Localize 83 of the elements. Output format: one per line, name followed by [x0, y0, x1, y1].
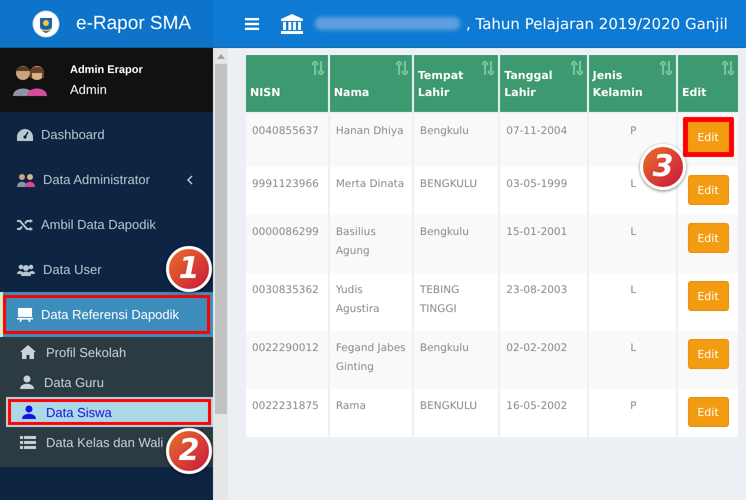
table-cell-text: 15-01-2001 [506, 225, 568, 240]
table-cell-text: P [630, 399, 636, 414]
column-label: Tanggal Lahir [504, 68, 554, 102]
table-cell-text: L [630, 225, 636, 240]
table-cell-text: L [630, 177, 636, 192]
column-label: Tempat Lahir [418, 68, 464, 102]
submenu-item[interactable]: Data Guru [0, 367, 110, 397]
step-number-badge: 2 [166, 428, 212, 474]
table-cell-text: Rama [336, 399, 366, 414]
table-cell-text: 0040855637 [252, 124, 319, 139]
column-header[interactable]: Jenis Kelamin [588, 53, 676, 114]
table-cell-text: 07-11-2004 [506, 124, 568, 139]
table-cell-text: Yudis Agustira [336, 283, 381, 317]
shuffle-icon [17, 218, 33, 230]
table-cell-text: 02-02-2002 [506, 341, 568, 356]
table-cell-text: L [630, 341, 636, 356]
table-cell-text: Hanan Dhiya [336, 124, 404, 139]
table-cell-text: P [630, 124, 636, 139]
sort-icon [660, 61, 672, 75]
table-cell-text: 0022290012 [252, 341, 319, 356]
edit-button[interactable]: Edit [688, 397, 728, 427]
sidebar-menu-item[interactable]: Data Administrator [0, 157, 213, 202]
table-cell-text: 03-05-1999 [506, 177, 568, 192]
column-label: Jenis Kelamin [592, 68, 644, 102]
edit-button[interactable]: Edit [688, 339, 728, 369]
sidebar-menu-item[interactable]: Dashboard [0, 112, 125, 157]
scrollbar[interactable] [213, 48, 228, 500]
submenu-item[interactable]: Profil Sekolah [0, 337, 132, 367]
menu-icon [245, 18, 259, 30]
user-role: Admin [70, 82, 108, 96]
sidebar-menu-item[interactable]: Data Referensi Dapodik [0, 292, 213, 337]
column-header[interactable]: Tempat Lahir [414, 53, 498, 114]
sort-icon [396, 61, 408, 75]
step-number-badge: 1 [166, 246, 212, 292]
sort-icon [722, 61, 734, 75]
table-cell-text: Fegand Jabes Ginting [336, 341, 407, 375]
table-cell-text: 16-05-2002 [506, 399, 568, 414]
column-header[interactable]: NISN [246, 53, 328, 114]
column-label: Edit [682, 85, 706, 102]
table-cell-text: 0030835362 [252, 283, 319, 298]
column-header[interactable]: Nama [330, 53, 412, 114]
scrollbar-thumb[interactable] [214, 64, 226, 414]
home-icon [20, 345, 36, 359]
table-cell-text: 23-08-2003 [506, 283, 568, 298]
table-cell-text: Basilius Agung [336, 225, 377, 259]
emblem-icon [32, 10, 60, 38]
column-header[interactable]: Tanggal Lahir [500, 53, 587, 114]
dashboard-gauge-icon [17, 128, 33, 140]
edit-button[interactable]: Edit [688, 175, 728, 205]
sort-icon [312, 61, 324, 75]
people-icon [17, 172, 35, 186]
table-cell-text: 0022231875 [252, 399, 319, 414]
column-header[interactable]: Edit [678, 53, 738, 114]
column-label: NISN [250, 85, 280, 102]
school-year-text: , Tahun Pelajaran 2019/2020 Ganjil [466, 14, 728, 32]
table-cell-text: Bengkulu [420, 124, 469, 139]
edit-button[interactable]: Edit [688, 223, 728, 253]
table-cell-text: Bengkulu [420, 225, 469, 240]
person-icon [20, 375, 34, 389]
submenu-item[interactable]: Data Siswa [6, 397, 213, 427]
list-icon [20, 436, 36, 448]
table-cell-text: Merta Dinata [336, 177, 404, 192]
table-cell-text: Bengkulu [420, 341, 469, 356]
edit-button[interactable]: Edit [688, 281, 728, 311]
users-icon [17, 264, 35, 276]
sort-icon [570, 61, 583, 75]
table-cell-text: BENGKULU [420, 399, 478, 414]
building-icon [281, 14, 303, 34]
app-title: e-Rapor SMA [76, 12, 192, 34]
table-cell-text: L [630, 283, 636, 298]
table-cell-text: BENGKULU [420, 177, 478, 192]
table-cell-text: 0000086299 [252, 225, 319, 240]
table-cell-text: TEBING TINGGI [420, 283, 460, 317]
column-label: Nama [334, 85, 370, 102]
user-name: Admin Erapor [70, 64, 143, 76]
person-icon [22, 405, 36, 419]
edit-button[interactable]: Edit [682, 117, 734, 157]
sidebar-menu-item[interactable]: Data User [0, 247, 122, 292]
table-cell-text: 9991123966 [252, 177, 319, 192]
sidebar-menu-item[interactable]: Ambil Data Dapodik [0, 202, 176, 247]
scroll-up-arrow-icon [216, 54, 224, 59]
sort-icon [482, 61, 494, 75]
monitor-icon [17, 308, 33, 322]
